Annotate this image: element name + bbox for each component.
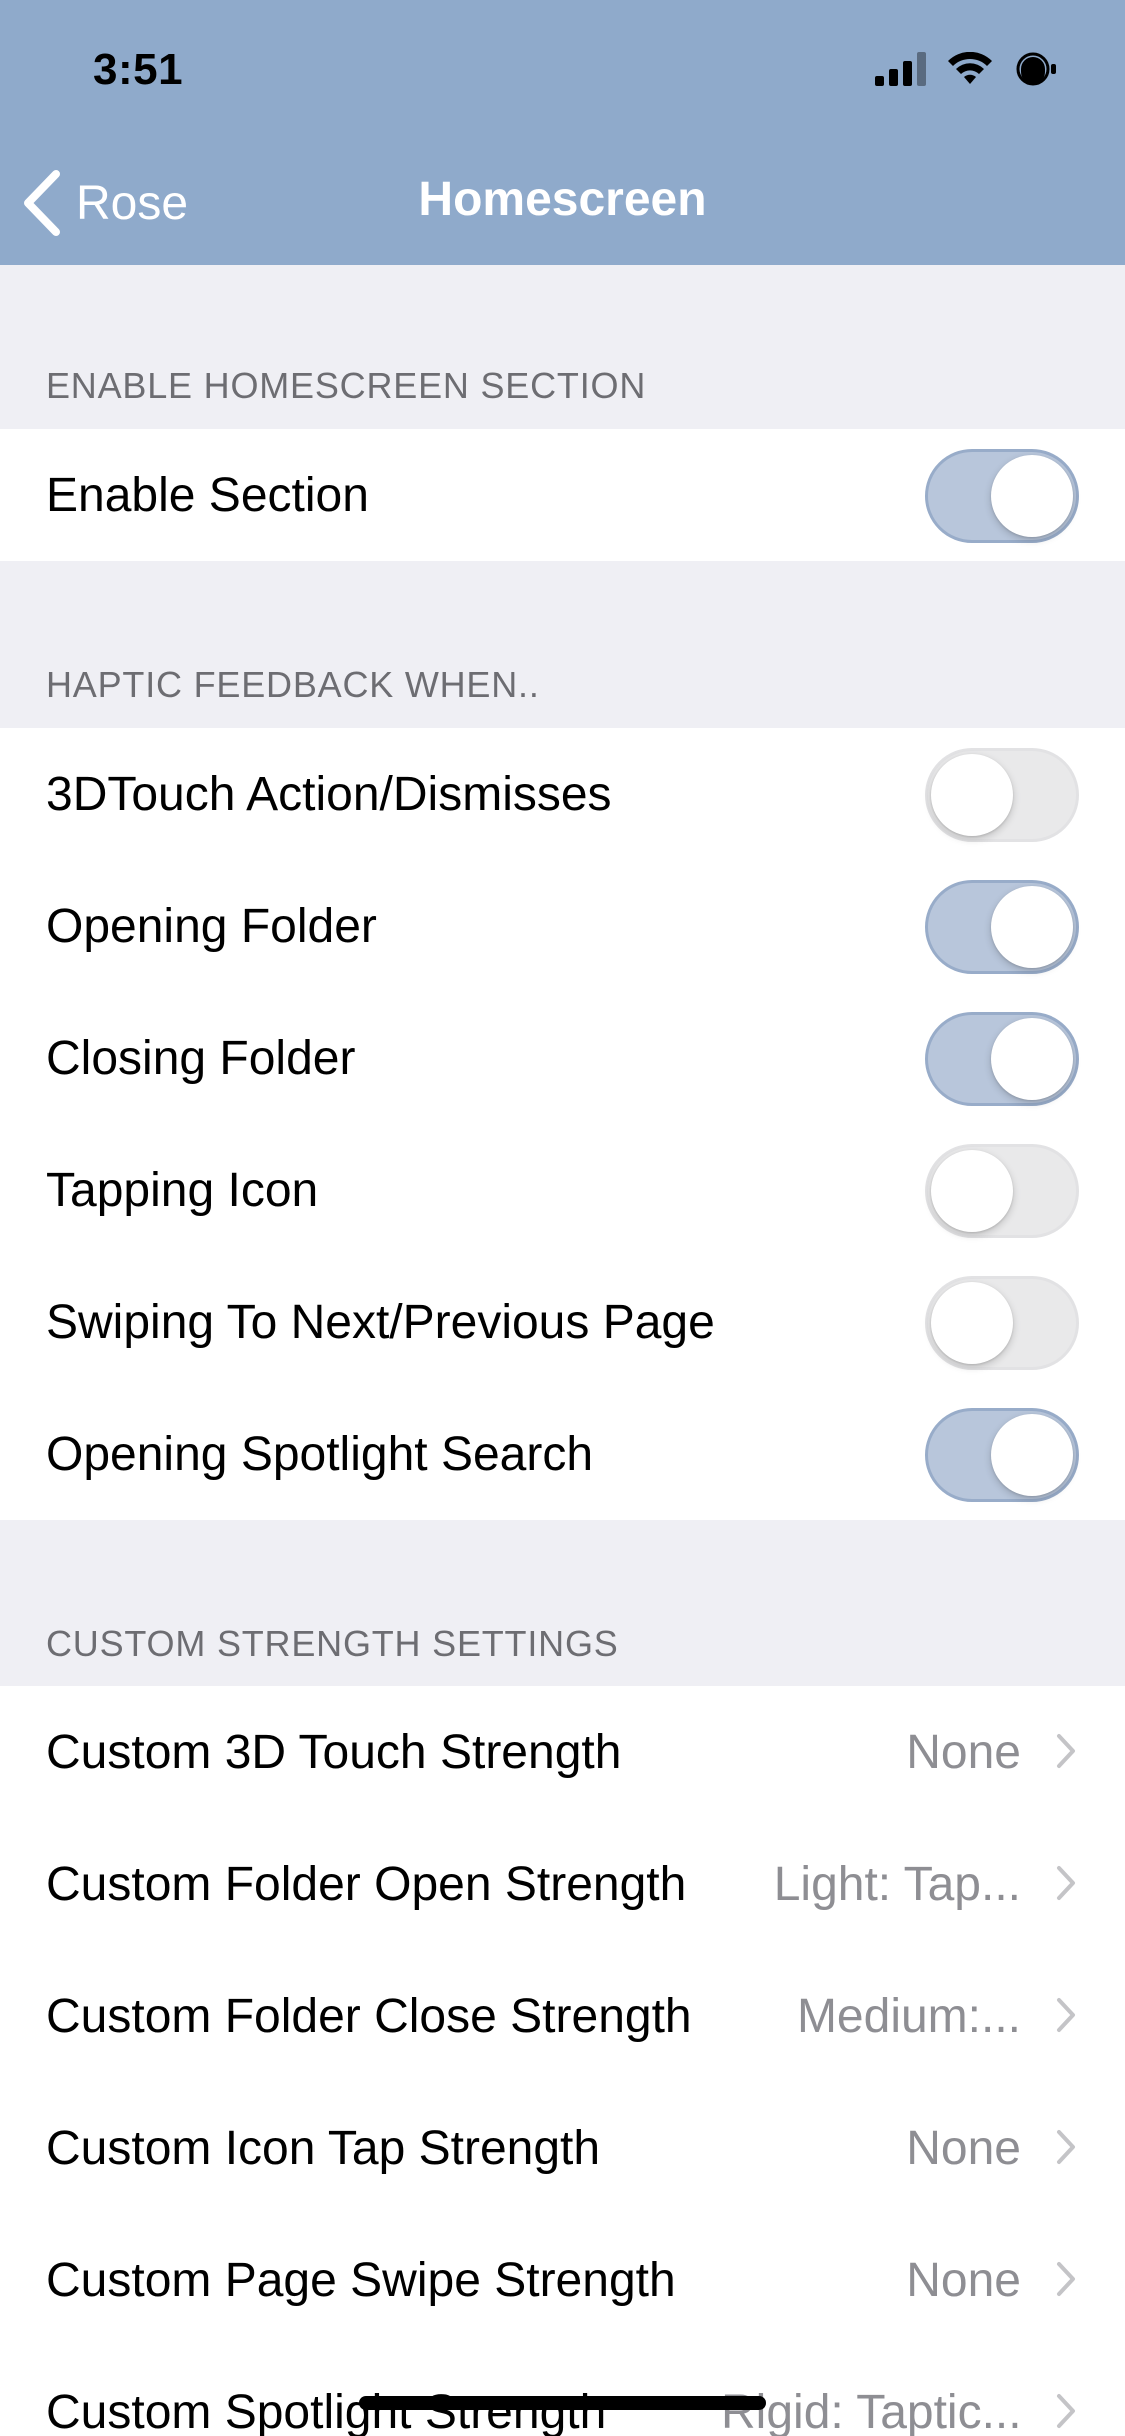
status-time: 3:51 [93,45,184,94]
toggle-knob [991,455,1073,537]
opening-folder-toggle[interactable] [925,880,1079,974]
status-icons [875,51,1061,91]
signal-icon [875,52,929,91]
row-value: None [906,2121,1021,2175]
row-value: Medium:... [796,1989,1021,2043]
swiping-page-toggle[interactable] [925,1276,1079,1370]
row-label: 3DTouch Action/Dismisses [46,767,612,821]
row-label: Custom Page Swipe Strength [46,2253,676,2307]
row-label: Tapping Icon [46,1163,319,1217]
chevron-right-icon [1055,2392,1077,2435]
row-enable-section: Enable Section [0,429,1125,561]
settings-screen: 3:51 Rose Homescreen ENABLE HOMESCREEN S… [0,0,1125,2436]
chevron-right-icon [1055,1864,1077,1907]
row-label: Custom Folder Close Strength [46,1989,692,2043]
top-bar: 3:51 Rose Homescreen [0,0,1125,265]
3dtouch-action-toggle[interactable] [925,748,1079,842]
row-opening-folder: Opening Folder [0,860,1125,992]
group-haptic: 3DTouch Action/Dismisses Opening Folder … [0,728,1125,1520]
row-label: Swiping To Next/Previous Page [46,1295,715,1349]
row-label: Custom Spotlight Strength [46,2385,607,2436]
home-indicator[interactable] [359,2396,766,2410]
row-value: None [906,2253,1021,2307]
chevron-right-icon [1055,1996,1077,2039]
row-3dtouch-action: 3DTouch Action/Dismisses [0,728,1125,860]
row-label: Custom Icon Tap Strength [46,2121,601,2175]
chevron-right-icon [1055,2260,1077,2303]
toggle-knob [931,1150,1013,1232]
group-enable: Enable Section [0,429,1125,561]
chevron-right-icon [1055,1732,1077,1775]
toggle-knob [931,1282,1013,1364]
row-custom-page-swipe[interactable]: Custom Page Swipe Strength None [0,2214,1125,2346]
chevron-right-icon [1055,2128,1077,2171]
toggle-knob [991,1414,1073,1496]
closing-folder-toggle[interactable] [925,1012,1079,1106]
battery-icon [1011,52,1061,91]
row-custom-folder-open[interactable]: Custom Folder Open Strength Light: Tap..… [0,1818,1125,1950]
tapping-icon-toggle[interactable] [925,1144,1079,1238]
row-custom-folder-close[interactable]: Custom Folder Close Strength Medium:... [0,1950,1125,2082]
group-custom-strength: Custom 3D Touch Strength None Custom Fol… [0,1686,1125,2436]
row-value: Rigid: Taptic... [721,2385,1021,2436]
section-header-enable: ENABLE HOMESCREEN SECTION [46,365,647,406]
enable-section-toggle[interactable] [925,449,1079,543]
status-bar: 3:51 [0,0,1125,140]
row-label: Closing Folder [46,1031,356,1085]
row-label: Opening Folder [46,899,377,953]
row-label: Opening Spotlight Search [46,1427,594,1481]
row-value: Light: Tap... [773,1857,1021,1911]
toggle-knob [931,754,1013,836]
row-label: Enable Section [46,468,369,522]
row-label: Custom 3D Touch Strength [46,1725,622,1779]
toggle-knob [991,886,1073,968]
opening-spotlight-toggle[interactable] [925,1408,1079,1502]
row-custom-3d-touch[interactable]: Custom 3D Touch Strength None [0,1686,1125,1818]
section-header-custom-strength: CUSTOM STRENGTH SETTINGS [46,1623,619,1664]
wifi-icon [947,51,993,91]
row-swiping-page: Swiping To Next/Previous Page [0,1256,1125,1388]
navigation-bar: Rose Homescreen [0,140,1125,265]
row-closing-folder: Closing Folder [0,992,1125,1124]
page-title: Homescreen [418,173,707,226]
row-opening-spotlight: Opening Spotlight Search [0,1388,1125,1520]
section-header-haptic: HAPTIC FEEDBACK WHEN.. [46,664,540,705]
row-value: None [906,1725,1021,1779]
row-label: Custom Folder Open Strength [46,1857,687,1911]
row-tapping-icon: Tapping Icon [0,1124,1125,1256]
toggle-knob [991,1018,1073,1100]
row-custom-icon-tap[interactable]: Custom Icon Tap Strength None [0,2082,1125,2214]
row-custom-spotlight[interactable]: Custom Spotlight Strength Rigid: Taptic.… [0,2346,1125,2436]
